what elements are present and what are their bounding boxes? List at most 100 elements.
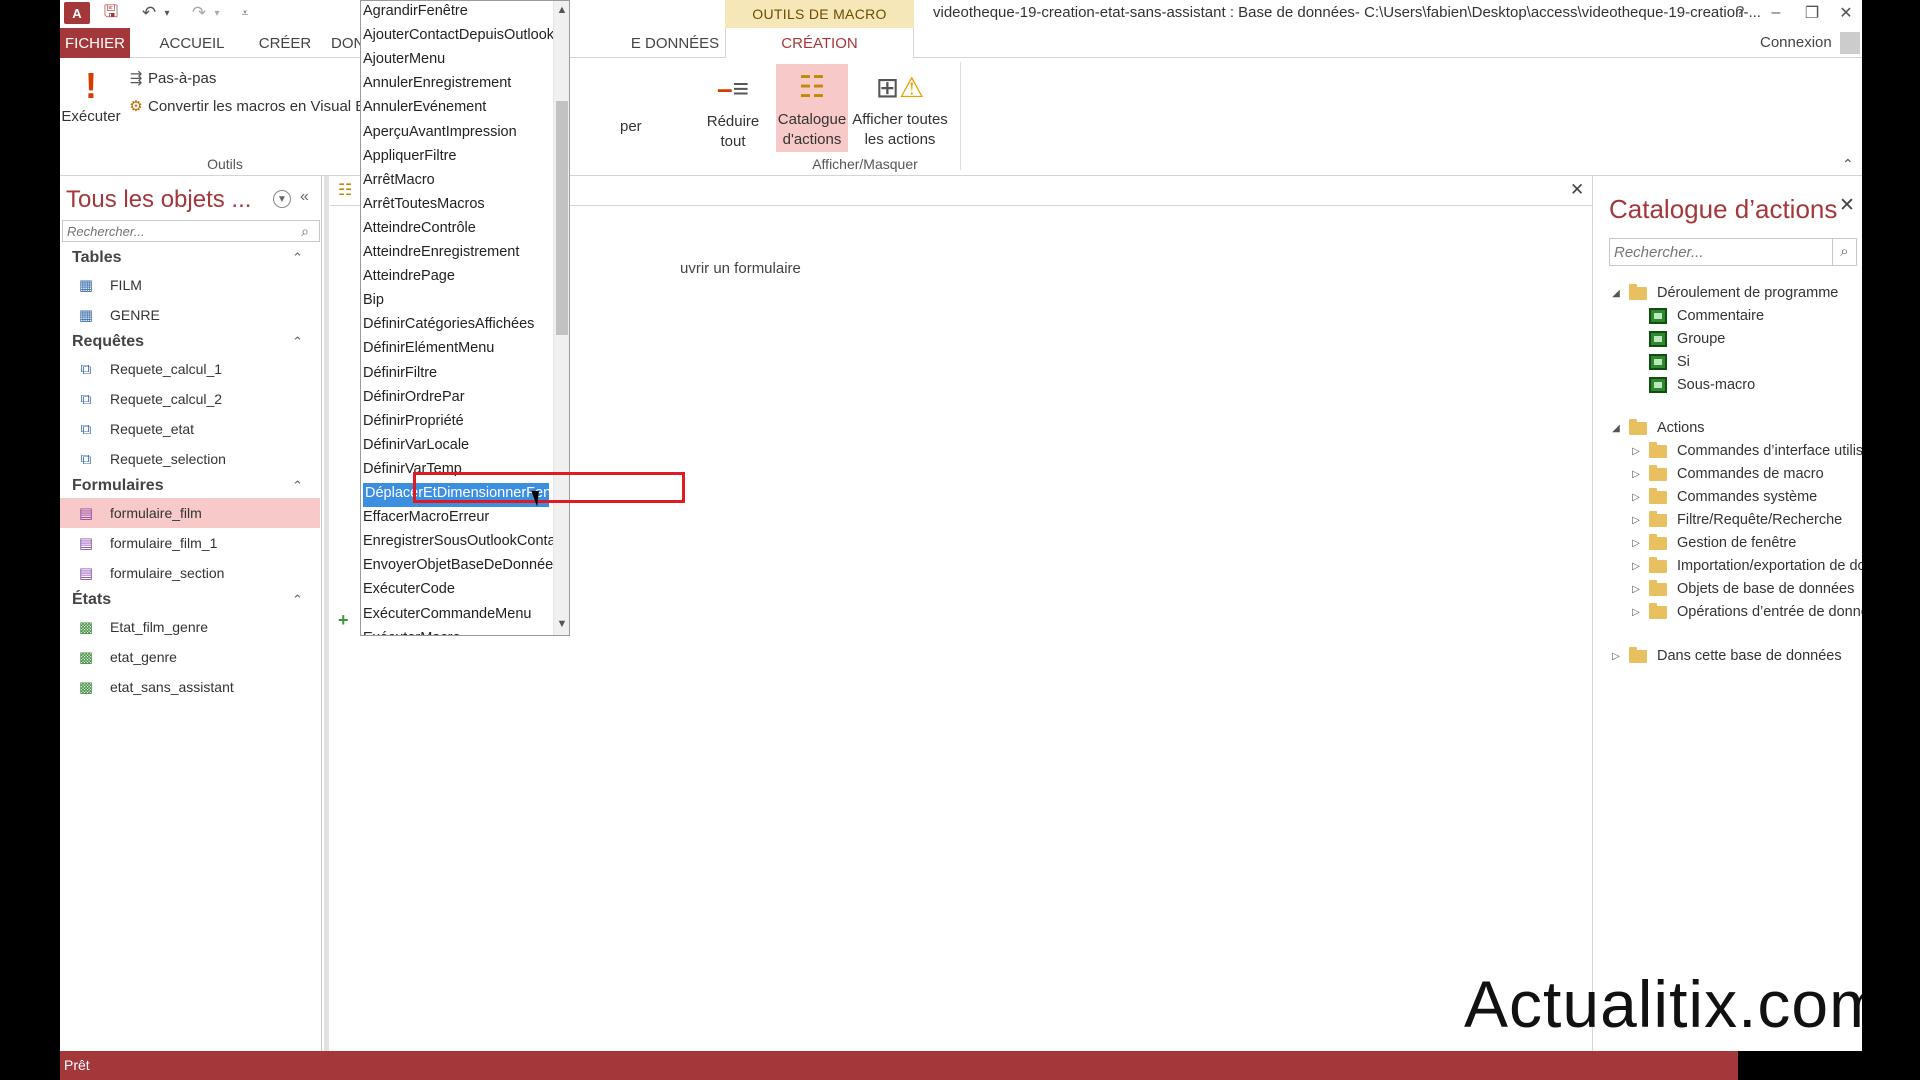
collapsed-triangle-icon[interactable]: ▷ bbox=[1629, 538, 1643, 549]
dropdown-item[interactable]: DéfinirElémentMenu bbox=[361, 338, 553, 362]
tab-fichier[interactable]: FICHIER bbox=[60, 28, 130, 58]
collapsed-triangle-icon[interactable]: ▷ bbox=[1629, 446, 1643, 457]
chevron-down-icon[interactable]: ▼ bbox=[273, 190, 291, 208]
dropdown-item[interactable]: ExécuterCode bbox=[361, 579, 553, 603]
dropdown-item[interactable]: DéfinirOrdrePar bbox=[361, 387, 553, 411]
expand-all-label-partial[interactable]: per bbox=[620, 118, 642, 135]
dropdown-item[interactable]: AtteindreEnregistrement bbox=[361, 242, 553, 266]
scroll-up-icon[interactable]: ▲ bbox=[554, 1, 569, 19]
collapse-group-icon[interactable]: ⌃ bbox=[292, 334, 303, 350]
customize-quick-access-icon[interactable]: ⩡ bbox=[238, 2, 252, 24]
macro-comment-text[interactable]: uvrir un formulaire bbox=[680, 260, 801, 277]
dropdown-item[interactable]: DéfinirCatégoriesAffichées bbox=[361, 314, 553, 338]
collapsed-triangle-icon[interactable]: ▷ bbox=[1629, 469, 1643, 480]
collapsed-triangle-icon[interactable]: ▷ bbox=[1609, 651, 1623, 662]
nav-pane-title[interactable]: Tous les objets ... bbox=[66, 186, 251, 214]
nav-item-table[interactable]: ▦ FILM bbox=[60, 270, 320, 300]
catalog-subfolder[interactable]: ▷ Commandes système bbox=[1629, 486, 1817, 508]
redo-icon[interactable]: ↷ bbox=[188, 2, 210, 24]
nav-item-form[interactable]: ▤ formulaire_film_1 bbox=[60, 528, 320, 558]
dropdown-item[interactable]: AperçuAvantImpression bbox=[361, 122, 553, 146]
dropdown-item[interactable]: Bip bbox=[361, 290, 553, 314]
close-window-button[interactable]: ✕ bbox=[1832, 2, 1860, 24]
catalog-subfolder[interactable]: ▷ Importation/exportation de données bbox=[1629, 555, 1862, 577]
search-icon[interactable]: ⌕ bbox=[293, 223, 317, 240]
nav-group-formulaires[interactable]: Formulaires ⌃ bbox=[60, 474, 322, 498]
tab-creer[interactable]: CRÉER bbox=[245, 28, 325, 58]
minimize-button[interactable]: – bbox=[1762, 2, 1790, 24]
save-icon[interactable]: 🖫 bbox=[100, 2, 122, 24]
restore-button[interactable]: ❐ bbox=[1798, 2, 1826, 24]
catalog-node-flow[interactable]: ◢ Déroulement de programme bbox=[1609, 282, 1838, 304]
undo-dropdown-icon[interactable]: ▾ bbox=[162, 2, 172, 24]
nav-group-requetes[interactable]: Requêtes ⌃ bbox=[60, 330, 322, 354]
nav-item-query[interactable]: ⧉ Requete_etat bbox=[60, 414, 320, 444]
catalog-subfolder[interactable]: ▷ Objets de base de données bbox=[1629, 578, 1854, 600]
tab-creation[interactable]: CRÉATION bbox=[725, 28, 914, 59]
expanded-triangle-icon[interactable]: ◢ bbox=[1609, 288, 1623, 299]
dropdown-item[interactable]: AjouterMenu bbox=[361, 49, 553, 73]
show-all-actions-button[interactable]: ⊞⚠ Afficher toutes les actions bbox=[850, 66, 950, 150]
dropdown-scrollbar[interactable]: ▲ ▼ bbox=[553, 1, 569, 635]
expanded-triangle-icon[interactable]: ◢ bbox=[1609, 423, 1623, 434]
shutter-bar-close-icon[interactable]: « bbox=[300, 188, 309, 206]
collapsed-triangle-icon[interactable]: ▷ bbox=[1629, 561, 1643, 572]
help-button[interactable]: ? bbox=[1726, 2, 1754, 24]
collapse-group-icon[interactable]: ⌃ bbox=[292, 250, 303, 266]
account-avatar[interactable] bbox=[1840, 32, 1860, 54]
dropdown-item[interactable]: DéfinirVarLocale bbox=[361, 435, 553, 459]
nav-search-input[interactable] bbox=[63, 223, 293, 239]
sign-in-link[interactable]: Connexion bbox=[1760, 34, 1832, 51]
nav-item-form[interactable]: ▤ formulaire_section bbox=[60, 558, 320, 588]
close-document-icon[interactable]: ✕ bbox=[1570, 180, 1584, 200]
catalog-subfolder[interactable]: ▷ Commandes d’interface utilisateur bbox=[1629, 440, 1862, 462]
tab-outils-base-de-donnees[interactable]: E DONNÉES bbox=[620, 28, 730, 58]
nav-item-form-selected[interactable]: ▤ formulaire_film bbox=[60, 498, 320, 528]
collapsed-triangle-icon[interactable]: ▷ bbox=[1629, 515, 1643, 526]
undo-icon[interactable]: ↶ bbox=[138, 2, 160, 24]
collapse-ribbon-icon[interactable]: ⌃ bbox=[1842, 156, 1854, 173]
catalog-subfolder[interactable]: ▷ Commandes de macro bbox=[1629, 463, 1824, 485]
collapse-all-button[interactable]: –≡ Réduire tout bbox=[702, 66, 764, 152]
dropdown-item[interactable]: ExécuterCommandeMenu bbox=[361, 604, 553, 628]
collapse-group-icon[interactable]: ⌃ bbox=[292, 478, 303, 494]
dropdown-item[interactable]: AtteindrePage bbox=[361, 266, 553, 290]
collapsed-triangle-icon[interactable]: ▷ bbox=[1629, 584, 1643, 595]
scroll-down-icon[interactable]: ▼ bbox=[554, 615, 569, 633]
scroll-thumb[interactable] bbox=[556, 101, 568, 335]
close-catalog-icon[interactable]: ✕ bbox=[1839, 194, 1855, 217]
catalog-node-actions[interactable]: ◢ Actions bbox=[1609, 417, 1705, 439]
tab-accueil[interactable]: ACCUEIL bbox=[142, 28, 242, 58]
dropdown-item[interactable]: AnnulerEnregistrement bbox=[361, 73, 553, 97]
collapsed-triangle-icon[interactable]: ▷ bbox=[1629, 607, 1643, 618]
nav-item-report[interactable]: ▩ Etat_film_genre bbox=[60, 612, 320, 642]
dropdown-item[interactable]: ExécuterMacro bbox=[361, 628, 553, 635]
nav-item-query[interactable]: ⧉ Requete_calcul_2 bbox=[60, 384, 320, 414]
dropdown-item[interactable]: EnregistrerSousOutlookContact bbox=[361, 531, 553, 555]
dropdown-item[interactable]: AjouterContactDepuisOutlook bbox=[361, 25, 553, 49]
dropdown-item[interactable]: AtteindreContrôle bbox=[361, 218, 553, 242]
dropdown-item[interactable]: ArrêtMacro bbox=[361, 170, 553, 194]
new-action-dropdown-list[interactable]: AgrandirFenêtre AjouterContactDepuisOutlo… bbox=[360, 0, 570, 636]
nav-item-query[interactable]: ⧉ Requete_calcul_1 bbox=[60, 354, 320, 384]
catalog-item[interactable]: Sous-macro bbox=[1649, 374, 1755, 396]
add-action-plus-icon[interactable]: + bbox=[338, 610, 349, 631]
nav-item-query[interactable]: ⧉ Requete_selection bbox=[60, 444, 320, 474]
dropdown-item[interactable]: ArrêtToutesMacros bbox=[361, 194, 553, 218]
tab-donnees-externes[interactable]: DONN bbox=[325, 28, 365, 58]
collapsed-triangle-icon[interactable]: ▷ bbox=[1629, 492, 1643, 503]
catalog-item[interactable]: Groupe bbox=[1649, 328, 1725, 350]
catalog-item[interactable]: Commentaire bbox=[1649, 305, 1764, 327]
redo-dropdown-icon[interactable]: ▾ bbox=[212, 2, 222, 24]
nav-group-tables[interactable]: Tables ⌃ bbox=[60, 246, 322, 270]
nav-item-report[interactable]: ▩ etat_sans_assistant bbox=[60, 672, 320, 702]
catalog-subfolder[interactable]: ▷ Gestion de fenêtre bbox=[1629, 532, 1796, 554]
single-step-button[interactable]: ⇶ Pas-à-pas bbox=[124, 66, 217, 90]
catalog-item[interactable]: Si bbox=[1649, 351, 1690, 373]
convert-macros-button[interactable]: ⚙ Convertir les macros en Visual B bbox=[124, 94, 365, 118]
run-button[interactable]: ! Exécuter bbox=[60, 64, 122, 140]
collapse-group-icon[interactable]: ⌃ bbox=[292, 592, 303, 608]
nav-item-report[interactable]: ▩ etat_genre bbox=[60, 642, 320, 672]
catalog-subfolder[interactable]: ▷ Opérations d’entrée de données bbox=[1629, 601, 1862, 623]
dropdown-item[interactable]: AppliquerFiltre bbox=[361, 146, 553, 170]
